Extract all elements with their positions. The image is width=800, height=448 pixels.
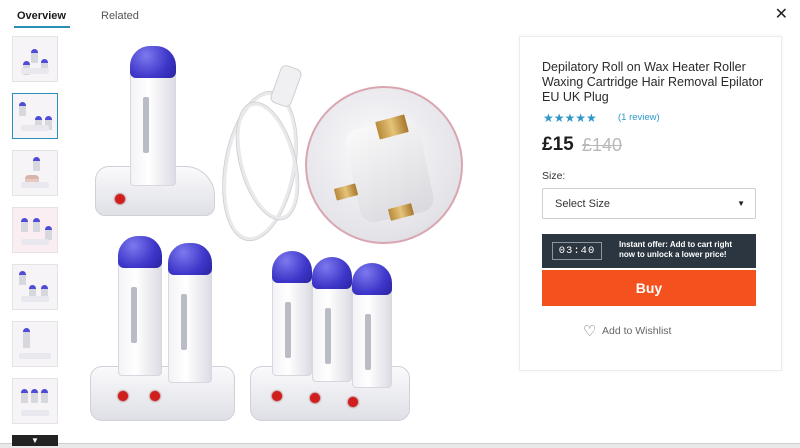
chevron-down-icon: ▼ [737, 199, 745, 208]
add-to-wishlist-link[interactable]: ♡ Add to Wishlist [583, 323, 672, 340]
reviews-link[interactable]: (1 review) [618, 112, 660, 123]
wishlist-label: Add to Wishlist [602, 325, 672, 337]
single-wax-heater [95, 46, 225, 221]
tab-bar: Overview Related [0, 0, 780, 30]
uk-plug-closeup [305, 86, 463, 244]
size-select-value: Select Size [555, 198, 611, 210]
instant-offer-banner: 03:40 Instant offer: Add to cart right n… [542, 234, 756, 268]
double-wax-heater [90, 231, 240, 431]
thumbnail-list: ▼ [12, 36, 60, 446]
product-title: Depilatory Roll on Wax Heater Roller Wax… [542, 60, 764, 104]
thumbnail-7[interactable] [12, 378, 58, 424]
size-label: Size: [542, 170, 566, 182]
thumbnail-6[interactable] [12, 321, 58, 367]
thumbnail-scroll-down-icon[interactable]: ▼ [12, 435, 58, 446]
thumbnail-4[interactable] [12, 207, 58, 253]
rating-stars-icon: ★★★★★ [543, 111, 597, 125]
thumbnail-5[interactable] [12, 264, 58, 310]
thumbnail-3[interactable] [12, 150, 58, 196]
thumbnail-2[interactable] [12, 93, 58, 139]
tab-overview[interactable]: Overview [14, 10, 70, 28]
product-info-panel: Depilatory Roll on Wax Heater Roller Wax… [519, 36, 782, 371]
original-price: £140 [582, 135, 623, 155]
tab-related[interactable]: Related [101, 10, 139, 22]
offer-text: Instant offer: Add to cart right now to … [619, 240, 733, 259]
heart-icon: ♡ [583, 323, 597, 340]
offer-countdown-timer: 03:40 [552, 242, 602, 260]
triple-wax-heater [250, 251, 410, 441]
size-select[interactable]: Select Size ▼ [542, 188, 756, 219]
thumbnail-1[interactable] [12, 36, 58, 82]
close-icon[interactable]: ✕ [775, 7, 788, 23]
main-product-image [75, 36, 510, 436]
buy-button[interactable]: Buy [542, 270, 756, 306]
product-quickview-modal: Overview Related ✕ ▼ Depilatory Roll on … [0, 0, 800, 446]
current-price: £15 [542, 134, 574, 155]
